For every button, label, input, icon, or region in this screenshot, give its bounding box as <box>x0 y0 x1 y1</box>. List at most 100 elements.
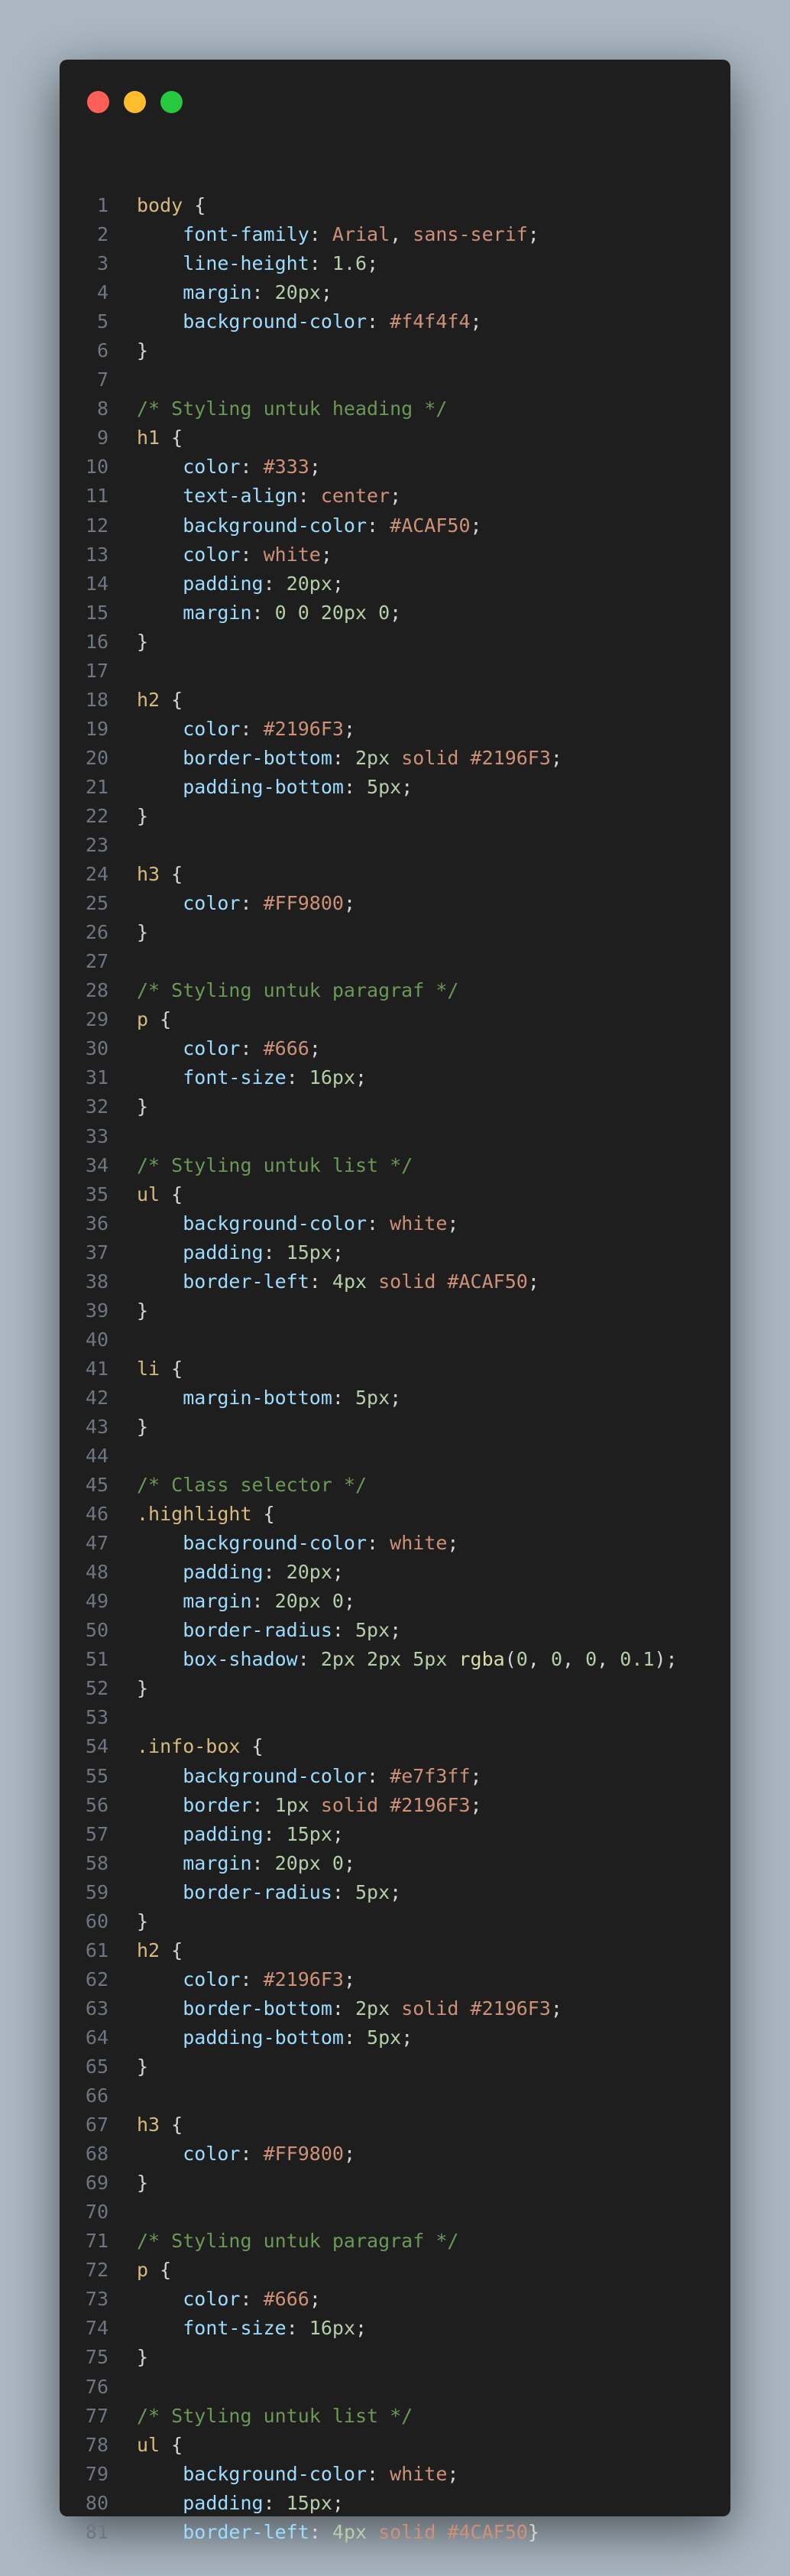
code-token: ; <box>309 2288 321 2311</box>
line-content: ul { <box>137 1180 183 1209</box>
line-content: .info-box { <box>137 1732 264 1761</box>
code-line: 68 color: #FF9800; <box>60 2140 730 2169</box>
minimize-button[interactable] <box>124 91 146 113</box>
code-line: 59 border-radius: 5px; <box>60 1878 730 1907</box>
code-token: ; <box>332 1561 344 1584</box>
code-token: border-bottom <box>183 1997 332 2020</box>
code-token: : <box>251 1590 275 1613</box>
code-line: 41 li { <box>60 1355 730 1384</box>
code-token: border-left <box>183 2520 309 2543</box>
line-content: border-left: 4px solid #4CAF50} <box>137 2518 539 2547</box>
line-number: 28 <box>85 979 108 1002</box>
code-token: padding <box>183 572 264 595</box>
line-content: color: #2196F3; <box>137 715 355 744</box>
code-line: 17 <box>60 657 730 686</box>
code-token: solid <box>320 1793 379 1816</box>
line-number: 37 <box>85 1241 108 1264</box>
code-line: 80 padding: 15px; <box>60 2489 730 2518</box>
code-token: 0 0 20px 0 <box>274 601 390 624</box>
line-content: } <box>137 1907 148 1936</box>
code-token: : <box>286 1066 309 1089</box>
code-token: margin <box>183 1851 252 1874</box>
code-token: center <box>320 485 390 508</box>
line-content: padding: 15px; <box>137 1238 344 1267</box>
line-number: 22 <box>85 804 108 827</box>
code-line: 6} <box>60 336 730 365</box>
line-content: border-radius: 5px; <box>137 1616 401 1645</box>
code-token: { <box>160 1357 183 1380</box>
code-line: 37 padding: 15px; <box>60 1238 730 1267</box>
line-number: 19 <box>85 717 108 740</box>
code-token: } <box>527 2520 539 2543</box>
code-token: color <box>183 892 241 915</box>
code-token: : <box>240 717 264 740</box>
line-number: 29 <box>85 1008 108 1031</box>
code-token: } <box>137 1415 149 1438</box>
code-token: : <box>367 1532 390 1555</box>
code-token: , <box>527 1648 551 1671</box>
code-line: 7 <box>60 365 730 394</box>
code-token: , <box>562 1648 586 1671</box>
code-token: : <box>367 1764 390 1787</box>
code-token: 2px <box>355 1997 390 2020</box>
code-token: ; <box>447 1212 459 1234</box>
code-line: 2 font-family: Arial, sans-serif; <box>60 220 730 249</box>
line-content: text-align: center; <box>137 482 401 511</box>
code-window: 1 body {2 font-family: Arial, sans-serif;… <box>60 60 730 2543</box>
code-line: 16} <box>60 628 730 657</box>
line-number: 79 <box>85 2462 108 2485</box>
code-line: 72 p { <box>60 2256 730 2285</box>
line-number: 4 <box>96 281 108 304</box>
code-token: #4CAF50 <box>447 2520 528 2543</box>
code-line: 5 background-color: #f4f4f4; <box>60 307 730 336</box>
line-number: 73 <box>85 2288 108 2311</box>
code-token: ; <box>390 1880 402 1903</box>
line-content: } <box>137 628 148 657</box>
close-button[interactable] <box>87 91 109 113</box>
code-token: : <box>251 1793 275 1816</box>
code-token: 16px <box>309 1066 356 1089</box>
code-token: padding <box>183 2491 264 2514</box>
zoom-button[interactable] <box>160 91 183 113</box>
code-token: #2196F3 <box>390 1793 471 1816</box>
code-line: 10 color: #333; <box>60 453 730 482</box>
line-content: } <box>137 2052 148 2081</box>
code-line: 42 margin-bottom: 5px; <box>60 1384 730 1413</box>
code-token: : <box>332 746 355 769</box>
line-content: } <box>137 1674 148 1703</box>
line-number: 68 <box>85 2143 108 2166</box>
line-number: 65 <box>85 2055 108 2078</box>
code-line: 25 color: #FF9800; <box>60 889 730 918</box>
code-line: 56 border: 1px solid #2196F3; <box>60 1791 730 1820</box>
line-number: 42 <box>85 1386 108 1409</box>
code-token: : <box>367 1212 390 1234</box>
line-number: 38 <box>85 1270 108 1293</box>
code-token: #FF9800 <box>263 892 344 915</box>
code-line: 58 margin: 20px 0; <box>60 1849 730 1878</box>
code-line: 77 /* Styling untuk list */ <box>60 2402 730 2431</box>
line-content: h2 { <box>137 1936 183 1965</box>
line-number: 76 <box>85 2375 108 2398</box>
code-token: 5px <box>355 1386 390 1409</box>
code-line: 75} <box>60 2343 730 2372</box>
code-token: body <box>137 194 183 216</box>
code-token: padding <box>183 1241 264 1264</box>
line-content: body { <box>137 191 206 220</box>
code-line: 52} <box>60 1674 730 1703</box>
code-token: #333 <box>263 456 309 479</box>
code-token: : <box>309 2520 332 2543</box>
line-content: margin: 20px 0; <box>137 1587 355 1616</box>
line-number: 5 <box>96 310 108 333</box>
